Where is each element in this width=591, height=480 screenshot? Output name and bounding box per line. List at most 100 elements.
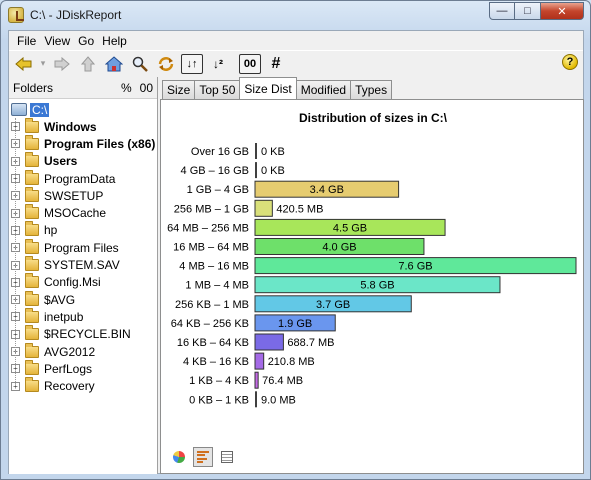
forward-button[interactable] <box>51 54 73 74</box>
menu-help[interactable]: Help <box>98 34 131 48</box>
bar-value-label: 5.8 GB <box>360 280 394 292</box>
bar[interactable] <box>254 199 273 217</box>
help-icon[interactable]: ? <box>562 54 578 70</box>
tree-item[interactable]: + ProgramData <box>9 169 157 187</box>
report-pane: Size Top 50 Size Dist Modified Types Distrib… <box>160 77 584 474</box>
home-button[interactable] <box>103 54 125 74</box>
search-icon <box>132 56 148 72</box>
folder-icon <box>25 342 39 358</box>
percent-toggle[interactable]: % <box>121 81 132 95</box>
show-count-button[interactable]: # <box>265 54 287 74</box>
table-icon <box>221 451 233 463</box>
refresh-button[interactable] <box>155 54 177 74</box>
tree-item[interactable]: + MSOCache <box>9 204 157 221</box>
tab-types[interactable]: Types <box>350 80 393 99</box>
tree-root-item[interactable]: C:\ <box>9 101 157 118</box>
search-button[interactable] <box>129 54 151 74</box>
pie-chart-icon <box>173 451 185 463</box>
tree-item[interactable]: + Users <box>9 152 157 170</box>
tree-item[interactable]: + Program Files <box>9 238 157 256</box>
tree-item-label: $RECYCLE.BIN <box>44 327 131 342</box>
category-label: 4 KB – 16 KB <box>183 356 249 368</box>
up-arrow-icon <box>81 55 95 71</box>
tree-item-label: Recovery <box>44 379 95 394</box>
bar-chart-icon <box>197 451 209 463</box>
tab-size[interactable]: Size <box>162 80 196 99</box>
up-button[interactable] <box>77 54 99 74</box>
tree-item[interactable]: + $AVG <box>9 290 157 308</box>
folder-icon <box>25 290 39 306</box>
tree-item[interactable]: + Config.Msi <box>9 273 157 291</box>
forward-arrow-icon <box>54 56 70 71</box>
client-area: File View Go Help ▾ ↓↑ ↓² 00 # ? Folders… <box>8 30 584 474</box>
tree-item-label: MSOCache <box>44 206 107 221</box>
tree-item[interactable]: + hp <box>9 221 157 239</box>
bar-value-label: 1.9 GB <box>278 318 312 330</box>
back-button[interactable] <box>13 54 35 74</box>
maximize-button[interactable]: □ <box>515 2 541 20</box>
category-label: 256 MB – 1 GB <box>174 203 249 215</box>
tree-item-label: SWSETUP <box>44 188 104 203</box>
menu-file[interactable]: File <box>13 34 40 48</box>
tree-item-label: AVG2012 <box>44 344 96 359</box>
toolbar: ▾ ↓↑ ↓² 00 # <box>9 50 583 76</box>
bar-value-label: 9.0 MB <box>261 394 296 406</box>
bar-view-button[interactable] <box>193 447 213 467</box>
bar-value-label: 0 KB <box>261 146 285 158</box>
tree-item[interactable]: + SYSTEM.SAV <box>9 256 157 273</box>
bar[interactable] <box>255 391 257 408</box>
menu-view[interactable]: View <box>40 34 74 48</box>
folder-icon <box>25 204 39 220</box>
bar-value-label: 76.4 MB <box>262 375 303 387</box>
tree-item-label: ProgramData <box>44 171 116 186</box>
tree-item[interactable]: + PerfLogs <box>9 359 157 377</box>
folder-icon <box>25 186 39 202</box>
view-switcher <box>169 447 237 467</box>
tab-top-50[interactable]: Top 50 <box>194 80 241 99</box>
bar-value-label: 210.8 MB <box>268 356 315 368</box>
app-window: C:\ - JDiskReport — □ ✕ File View Go Hel… <box>0 0 591 480</box>
tree-item-label: Windows <box>44 119 97 134</box>
tab-size-dist[interactable]: Size Dist <box>239 77 297 99</box>
bar[interactable] <box>254 333 284 351</box>
minimize-button[interactable]: — <box>489 2 515 20</box>
tree-item-label: inetpub <box>44 309 84 324</box>
category-label: Over 16 GB <box>191 146 249 158</box>
tree-item[interactable]: + Program Files (x86) <box>9 134 157 152</box>
tree-root-label: C:\ <box>30 102 50 117</box>
bar[interactable] <box>255 162 257 179</box>
sort-size-button[interactable]: ↓↑ <box>181 53 203 74</box>
tree-item[interactable]: + AVG2012 <box>9 342 157 360</box>
table-view-button[interactable] <box>217 447 237 467</box>
folder-icon <box>25 134 39 150</box>
tree-item[interactable]: + SWSETUP <box>9 186 157 204</box>
category-label: 0 KB – 1 KB <box>189 394 249 406</box>
close-button[interactable]: ✕ <box>541 2 584 20</box>
folder-icon <box>25 359 39 375</box>
tab-strip: Size Top 50 Size Dist Modified Types <box>160 77 584 99</box>
folders-title: Folders <box>13 80 54 95</box>
pie-view-button[interactable] <box>169 447 189 467</box>
folders-pane: Folders % 00 C:\ + Windows + Program Files … <box>9 77 158 474</box>
folder-icon <box>25 169 39 185</box>
dropdown-chevron-icon[interactable]: ▾ <box>39 54 47 74</box>
category-label: 64 KB – 256 KB <box>171 318 249 330</box>
bar[interactable] <box>254 371 259 389</box>
tree-item[interactable]: + Recovery <box>9 377 157 394</box>
bar-value-label: 7.6 GB <box>398 261 432 273</box>
folder-icon <box>25 256 39 272</box>
tree-item[interactable]: + inetpub <box>9 307 157 325</box>
show-digits-button[interactable]: 00 <box>239 53 261 74</box>
bar[interactable] <box>255 143 257 159</box>
bar-value-label: 3.4 GB <box>310 184 344 196</box>
bar[interactable] <box>254 352 265 370</box>
category-label: 16 MB – 64 MB <box>173 242 249 254</box>
digits-toggle[interactable]: 00 <box>140 81 153 95</box>
bar-value-label: 0 KB <box>261 165 285 177</box>
tree-item[interactable]: + Windows <box>9 117 157 135</box>
tree-item[interactable]: + $RECYCLE.BIN <box>9 325 157 343</box>
sort-alpha-button[interactable]: ↓² <box>207 54 229 74</box>
bar-value-label: 4.5 GB <box>333 222 367 234</box>
menu-go[interactable]: Go <box>74 34 98 48</box>
tab-modified[interactable]: Modified <box>295 80 352 99</box>
